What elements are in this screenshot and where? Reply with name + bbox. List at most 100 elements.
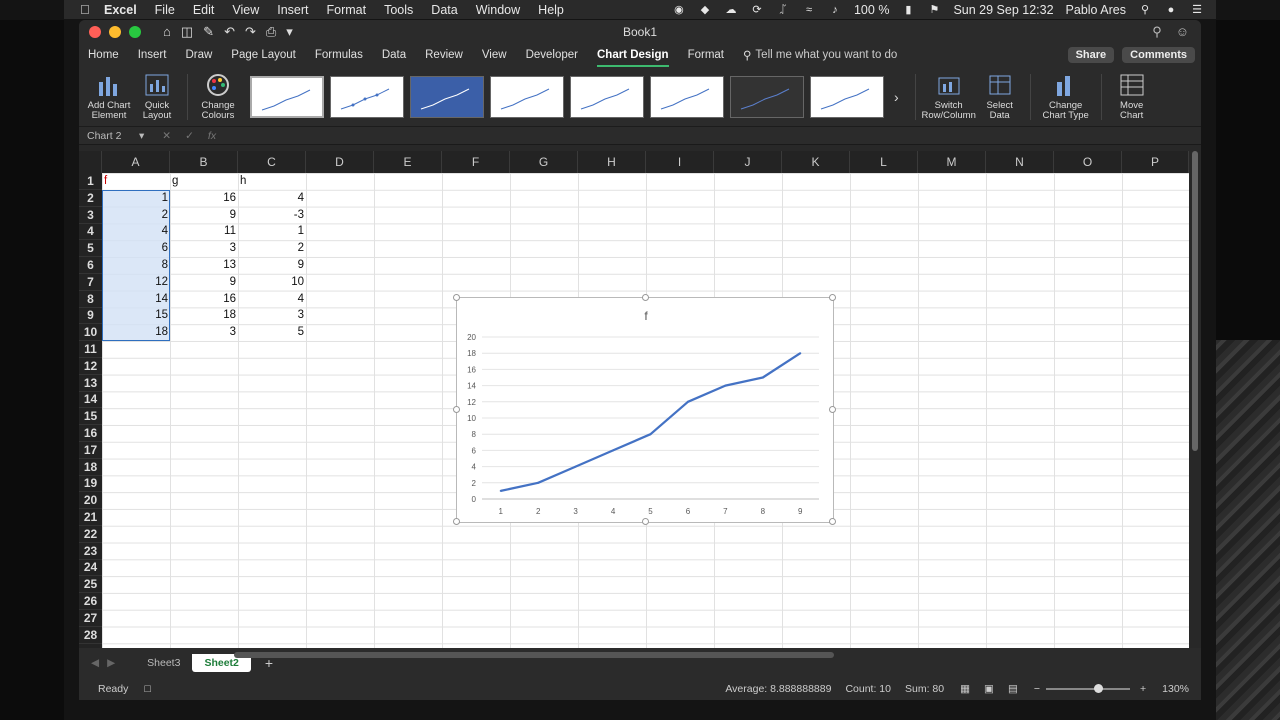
zoom-level[interactable]: 130% <box>1162 683 1189 695</box>
col-header[interactable]: D <box>306 151 374 173</box>
cell-b9[interactable]: 18 <box>170 307 238 324</box>
series-line[interactable] <box>500 352 801 492</box>
name-box[interactable]: Chart 2 <box>79 130 139 142</box>
cell-a1[interactable]: f <box>102 173 170 190</box>
move-chart-button[interactable]: Move Chart <box>1108 72 1156 121</box>
cell-c7[interactable]: 10 <box>238 274 306 291</box>
data-point[interactable] <box>649 433 652 436</box>
data-point[interactable] <box>799 352 802 355</box>
cell-b8[interactable]: 16 <box>170 291 238 308</box>
tab-formulas[interactable]: Formulas <box>315 49 363 61</box>
minimize-button[interactable] <box>109 25 121 38</box>
cell-a10[interactable]: 18 <box>102 324 170 341</box>
data-point[interactable] <box>612 449 615 452</box>
page-break-view-icon[interactable]: ▤ <box>1008 683 1018 695</box>
col-header[interactable]: M <box>918 151 986 173</box>
tab-format[interactable]: Format <box>688 49 724 61</box>
row-header[interactable]: 19 <box>79 475 102 493</box>
cell-c5[interactable]: 2 <box>238 240 306 257</box>
chart-style-thumb[interactable] <box>810 75 884 118</box>
quick-layout-button[interactable]: Quick Layout <box>133 72 181 121</box>
chart-style-thumb[interactable] <box>730 75 804 118</box>
apple-icon[interactable]:  <box>80 2 94 17</box>
resize-handle[interactable] <box>642 294 649 301</box>
row-header[interactable]: 18 <box>79 459 102 476</box>
data-point[interactable] <box>537 481 540 484</box>
data-point[interactable] <box>686 400 689 403</box>
row-header[interactable]: 25 <box>79 576 102 594</box>
change-colours-button[interactable]: Change Colours <box>194 72 242 121</box>
tab-chart-design[interactable]: Chart Design <box>596 49 669 67</box>
horizontal-scrollbar[interactable] <box>234 652 834 658</box>
cell-c4[interactable]: 1 <box>238 223 306 240</box>
row-header[interactable]: 11 <box>79 341 102 358</box>
resize-handle[interactable] <box>453 518 460 525</box>
add-chart-element-button[interactable]: Add Chart Element <box>85 72 133 121</box>
cell-a6[interactable]: 8 <box>102 257 170 274</box>
menu-view[interactable]: View <box>232 3 259 17</box>
cell-a2[interactable]: 1 <box>102 190 170 207</box>
cell-c3[interactable]: -3 <box>238 207 306 224</box>
data-point[interactable] <box>761 376 764 379</box>
select-all-corner[interactable] <box>79 151 102 173</box>
col-header[interactable]: I <box>646 151 714 173</box>
col-header[interactable]: C <box>238 151 306 173</box>
resize-handle[interactable] <box>829 406 836 413</box>
chart-style-thumb[interactable] <box>650 75 724 118</box>
data-point[interactable] <box>724 384 727 387</box>
menu-help[interactable]: Help <box>538 3 564 17</box>
row-header[interactable]: 20 <box>79 492 102 510</box>
col-header[interactable]: J <box>714 151 782 173</box>
home-icon[interactable]: ⌂ <box>163 24 171 40</box>
row-header[interactable]: 23 <box>79 543 102 560</box>
tab-view[interactable]: View <box>482 49 507 61</box>
undo-icon[interactable]: ↶ <box>224 24 235 40</box>
row-header[interactable]: 3 <box>79 207 102 224</box>
zoom-slider-knob[interactable] <box>1094 684 1103 693</box>
row-header[interactable]: 13 <box>79 375 102 392</box>
col-header[interactable]: F <box>442 151 510 173</box>
tab-review[interactable]: Review <box>425 49 463 61</box>
cell-c10[interactable]: 5 <box>238 324 306 341</box>
feedback-icon[interactable]: ☺ <box>1176 24 1189 40</box>
resize-handle[interactable] <box>829 518 836 525</box>
cell-b2[interactable]: 16 <box>170 190 238 207</box>
col-header[interactable]: K <box>782 151 850 173</box>
cell-c1[interactable]: h <box>238 173 306 190</box>
row-header[interactable]: 9 <box>79 307 102 325</box>
row-header[interactable]: 28 <box>79 627 102 644</box>
chart-style-thumb[interactable] <box>410 75 484 118</box>
chart-style-thumb[interactable] <box>570 75 644 118</box>
menu-edit[interactable]: Edit <box>193 3 215 17</box>
zoom-button[interactable] <box>129 25 141 38</box>
col-header[interactable]: G <box>510 151 578 173</box>
menu-insert[interactable]: Insert <box>277 3 308 17</box>
resize-handle[interactable] <box>829 294 836 301</box>
resize-handle[interactable] <box>642 518 649 525</box>
row-header[interactable]: 26 <box>79 593 102 610</box>
line-chart[interactable]: f 0 2 4 6 8 10 12 14 16 18 20 1 2 3 4 5 6 7 8 9 <box>453 294 836 525</box>
name-box-dropdown-icon[interactable]: ▾ <box>139 130 144 142</box>
tab-draw[interactable]: Draw <box>185 49 212 61</box>
cell-c8[interactable]: 4 <box>238 291 306 308</box>
col-header[interactable]: P <box>1122 151 1189 173</box>
row-header[interactable]: 15 <box>79 408 102 426</box>
cell-b7[interactable]: 9 <box>170 274 238 291</box>
col-header[interactable]: L <box>850 151 918 173</box>
share-button[interactable]: Share <box>1067 47 1115 63</box>
row-header[interactable]: 27 <box>79 610 102 627</box>
row-header[interactable]: 21 <box>79 509 102 526</box>
battery-label[interactable]: 100 % <box>854 3 889 17</box>
macro-record-icon[interactable]: □ <box>144 683 150 695</box>
wifi-icon[interactable]: ≈ <box>802 4 816 16</box>
row-header[interactable]: 4 <box>79 223 102 241</box>
print-icon[interactable]: ⎙ <box>266 24 276 40</box>
cell-b10[interactable]: 3 <box>170 324 238 341</box>
tab-page-layout[interactable]: Page Layout <box>231 49 296 61</box>
flag-icon[interactable]: ⚑ <box>927 4 941 16</box>
col-header[interactable]: B <box>170 151 238 173</box>
row-header[interactable]: 12 <box>79 358 102 375</box>
row-header[interactable]: 14 <box>79 391 102 409</box>
vertical-scrollbar[interactable] <box>1192 151 1198 451</box>
chart-style-thumb[interactable] <box>250 75 324 118</box>
